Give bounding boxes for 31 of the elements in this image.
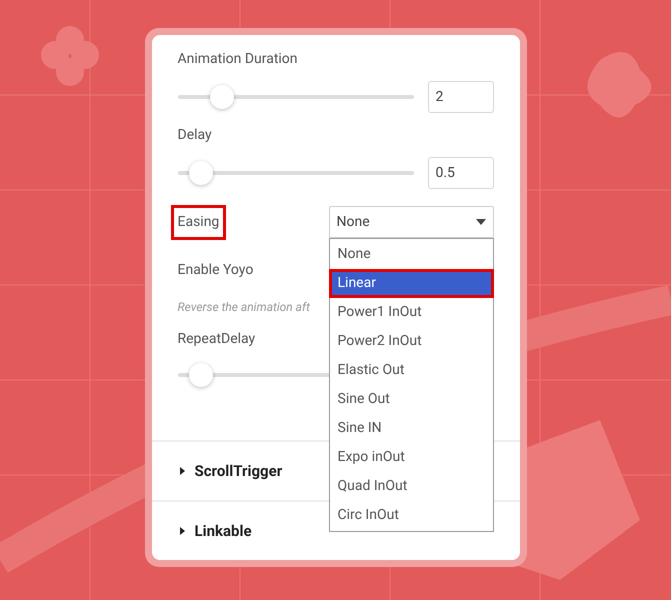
slider-thumb[interactable] (189, 161, 214, 185)
dropdown-option[interactable]: Sine IN (328, 414, 494, 443)
dropdown-option[interactable]: None (328, 240, 494, 269)
slider[interactable] (178, 85, 414, 109)
field-label: RepeatDelay (176, 330, 256, 348)
dropdown-option[interactable]: Circ InOut (328, 501, 494, 530)
dropdown-option[interactable]: Sine Out (328, 385, 494, 414)
field-label: Easing (170, 204, 226, 240)
caret-right-icon (180, 467, 184, 475)
caret-right-icon (180, 527, 184, 535)
dropdown-option[interactable]: Expo inOut (328, 443, 494, 472)
hint-text: Reverse the animation aft (178, 299, 310, 316)
field-label: Delay (176, 126, 213, 144)
field-label: Enable Yoyo (176, 260, 254, 280)
flower-decoration (588, 52, 652, 118)
dropdown-option[interactable]: Quad InOut (328, 472, 494, 501)
dropdown-option[interactable]: Power2 InOut (328, 327, 494, 356)
field-label: Animation Duration (176, 50, 299, 68)
dropdown-option[interactable]: Linear (328, 269, 494, 298)
number-input[interactable]: 2 (428, 81, 494, 113)
accordion-header[interactable]: Linkable (180, 520, 252, 542)
easing-select[interactable]: None (328, 206, 494, 238)
slider-thumb[interactable] (210, 85, 234, 109)
caret-down-icon (476, 219, 486, 225)
dropdown-option[interactable]: Power1 InOut (328, 298, 494, 327)
accordion-header[interactable]: ScrollTrigger (180, 460, 282, 482)
dropdown-option[interactable]: Elastic Out (328, 356, 494, 385)
slider-thumb[interactable] (189, 363, 214, 387)
flower-decoration (41, 26, 99, 86)
slider[interactable] (178, 161, 414, 185)
number-input[interactable]: 0.5 (428, 157, 494, 189)
